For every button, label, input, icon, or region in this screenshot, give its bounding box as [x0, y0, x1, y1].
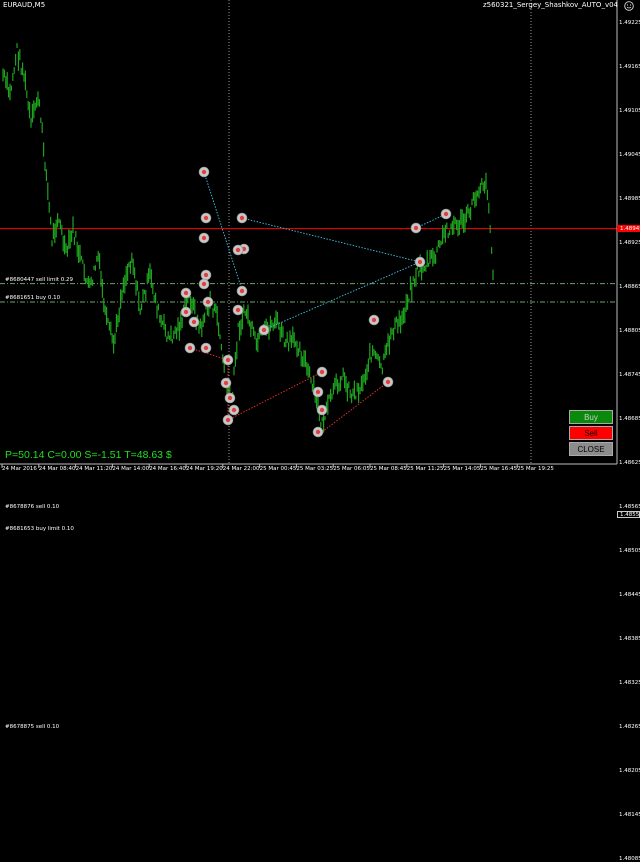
- price-tick-label: 1.49225: [619, 20, 640, 27]
- price-tick-label: 1.48745: [619, 372, 640, 379]
- trade-marker[interactable]: [222, 354, 234, 366]
- trade-marker[interactable]: [184, 342, 196, 354]
- trade-marker[interactable]: [198, 232, 210, 244]
- order-label: #8678875 sell 0.10: [5, 724, 60, 730]
- time-tick-label: 25 Mar 11:25: [406, 466, 444, 472]
- trade-marker[interactable]: [316, 404, 328, 416]
- trade-marker[interactable]: [316, 366, 328, 378]
- time-tick-label: 25 Mar 19:25: [517, 466, 554, 472]
- time-tick-label: 25 Mar 00:45: [259, 466, 297, 472]
- trade-marker[interactable]: [188, 316, 200, 328]
- trade-marker[interactable]: [220, 377, 232, 389]
- trade-marker[interactable]: [200, 269, 212, 281]
- price-tick-label: 1.48205: [619, 768, 640, 775]
- trade-marker[interactable]: [180, 306, 192, 318]
- trade-marker[interactable]: [198, 278, 210, 290]
- price-tick-label: 1.48385: [619, 636, 640, 643]
- close-button[interactable]: CLOSE: [569, 442, 613, 456]
- symbol-title: EURAUD,M5: [3, 1, 46, 9]
- price-tick-label: 1.48325: [619, 680, 640, 687]
- trade-marker[interactable]: [222, 414, 234, 426]
- price-chart[interactable]: [0, 0, 640, 480]
- price-tick-label: 1.48985: [619, 196, 640, 203]
- trade-marker[interactable]: [232, 304, 244, 316]
- trade-marker[interactable]: [368, 314, 380, 326]
- trade-marker[interactable]: [224, 392, 236, 404]
- trade-marker[interactable]: [236, 212, 248, 224]
- trade-marker[interactable]: [198, 166, 210, 178]
- trade-marker[interactable]: [200, 342, 212, 354]
- trade-marker[interactable]: [440, 208, 452, 220]
- trade-marker[interactable]: [410, 222, 422, 234]
- time-tick-label: 25 Mar 03:25: [296, 466, 334, 472]
- price-tick-label: 1.49045: [619, 152, 640, 159]
- time-tick-label: 24 Mar 22:00: [222, 466, 260, 472]
- trade-marker[interactable]: [202, 296, 214, 308]
- trade-marker[interactable]: [180, 287, 192, 299]
- candle-series: [2, 43, 494, 433]
- price-tick-label: 1.48565: [619, 504, 640, 511]
- time-tick-label: 25 Mar 08:45: [370, 466, 407, 472]
- time-tick-label: 24 Mar 14:00: [112, 466, 150, 472]
- order-label: #8678876 sell 0.10: [5, 504, 60, 510]
- buy-button[interactable]: Buy: [569, 410, 613, 424]
- price-tick-label: 1.48625: [619, 460, 640, 467]
- current-price-marker: 1.48945: [617, 225, 640, 233]
- trade-link-line: [241, 217, 422, 331]
- expert-advisor-label: z560321_Sergey_Shashkov_AUTO_v04: [482, 1, 618, 9]
- order-label: #8680447 sell limit 0.29: [5, 276, 73, 283]
- smiley-icon[interactable]: [624, 1, 634, 11]
- time-tick-label: 25 Mar 06:05: [333, 466, 370, 472]
- trade-marker[interactable]: [258, 324, 270, 336]
- time-tick-label: 24 Mar 11:20: [75, 466, 113, 472]
- order-label: #8681651 buy 0.10: [5, 295, 61, 301]
- price-tick-label: 1.48145: [619, 812, 640, 819]
- price-tick-label: 1.48865: [619, 284, 640, 291]
- order-label: #8681653 buy limit 0.10: [5, 526, 74, 532]
- trade-marker[interactable]: [236, 285, 248, 297]
- trade-marker[interactable]: [382, 376, 394, 388]
- chart-area[interactable]: EURAUD,M5 z560321_Sergey_Shashkov_AUTO_v…: [0, 0, 640, 862]
- price-tick-label: 1.49105: [619, 108, 640, 115]
- trade-marker[interactable]: [414, 256, 426, 268]
- price-tick-label: 1.48265: [619, 724, 640, 731]
- trade-marker[interactable]: [312, 386, 324, 398]
- price-tick-label: 1.48925: [619, 240, 640, 247]
- profit-readout: P=50.14 C=0.00 S=-1.51 T=48.63 $: [5, 449, 172, 461]
- price-tick-label: 1.48685: [619, 416, 640, 423]
- trade-marker[interactable]: [312, 426, 324, 438]
- time-tick-label: 24 Mar 2016: [2, 466, 37, 472]
- time-tick-label: 25 Mar 14:05: [443, 466, 481, 472]
- sell-button[interactable]: Sell: [569, 426, 613, 440]
- trade-marker[interactable]: [228, 404, 240, 416]
- trade-marker[interactable]: [232, 244, 244, 256]
- price-tick-label: 1.49165: [619, 64, 640, 71]
- price-tick-label: 1.48805: [619, 328, 640, 335]
- time-tick-label: 24 Mar 19:20: [186, 466, 223, 472]
- time-tick-label: 25 Mar 16:45: [480, 466, 518, 472]
- price-tick-label: 1.48445: [619, 592, 640, 599]
- trade-marker[interactable]: [200, 212, 212, 224]
- price-tick-label: 1.48085: [619, 856, 640, 862]
- time-tick-label: 24 Mar 16:40: [149, 466, 186, 472]
- price-tick-label: 1.48505: [619, 548, 640, 555]
- time-tick-label: 24 Mar 08:40: [38, 466, 76, 472]
- current-price-marker: 1.48555: [617, 511, 640, 519]
